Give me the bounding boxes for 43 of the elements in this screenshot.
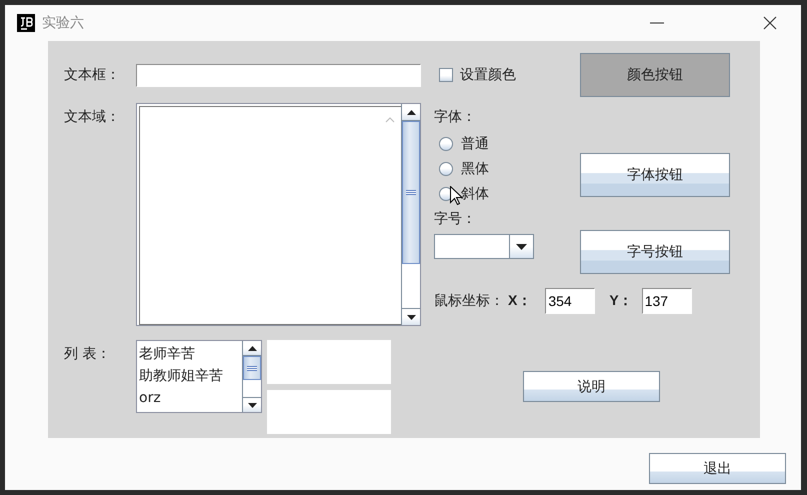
- radio-label: 黑体: [461, 160, 489, 178]
- scroll-down-icon[interactable]: [406, 314, 416, 320]
- logo-icon: [17, 14, 35, 32]
- list-label: 列 表：: [64, 345, 112, 363]
- radio-label: 斜体: [461, 185, 489, 203]
- window-title: 实验六: [42, 14, 84, 32]
- scroll-thumb[interactable]: [402, 121, 420, 264]
- list-item[interactable]: 老师辛苦: [139, 343, 242, 365]
- scroll-up-icon[interactable]: [248, 346, 256, 350]
- color-button[interactable]: 颜色按钮: [580, 53, 730, 97]
- radio-button[interactable]: [439, 162, 453, 176]
- chevron-icon: [385, 117, 395, 123]
- scroll-up-icon[interactable]: [406, 110, 416, 114]
- exit-button[interactable]: 退出: [649, 453, 786, 484]
- list-item[interactable]: orz: [139, 387, 242, 409]
- list-item[interactable]: 助教师姐辛苦: [139, 365, 242, 387]
- checkbox[interactable]: [439, 68, 453, 82]
- text-field[interactable]: [136, 64, 421, 86]
- size-dropdown[interactable]: [434, 234, 534, 259]
- minimize-icon[interactable]: [650, 22, 664, 24]
- scrollbar[interactable]: [401, 104, 420, 325]
- size-button[interactable]: 字号按钮: [580, 230, 730, 274]
- scroll-down-icon[interactable]: [248, 402, 256, 408]
- text-area-label: 文本域：: [64, 108, 121, 126]
- radio-button[interactable]: [439, 137, 453, 151]
- list-box[interactable]: 老师辛苦 助教师姐辛苦 orz: [136, 340, 262, 413]
- x-field[interactable]: 354: [545, 288, 596, 314]
- caret-icon: [516, 244, 527, 250]
- text-field-label: 文本框：: [64, 66, 121, 84]
- font-button[interactable]: 字体按钮: [580, 153, 730, 197]
- size-label: 字号：: [434, 210, 477, 228]
- help-button[interactable]: 说明: [523, 371, 660, 402]
- y-label: Y：: [609, 292, 633, 310]
- y-field[interactable]: 137: [642, 288, 692, 314]
- mouse-cursor-icon: [450, 186, 462, 205]
- checkbox-label: 设置颜色: [460, 66, 516, 84]
- x-label: X：: [508, 292, 532, 310]
- radio-label: 普通: [461, 135, 489, 153]
- scroll-thumb[interactable]: [243, 356, 261, 380]
- close-icon[interactable]: [763, 16, 777, 30]
- scrollbar[interactable]: [242, 341, 261, 412]
- font-label: 字体：: [434, 108, 477, 126]
- mouse-label: 鼠标坐标：: [434, 292, 504, 310]
